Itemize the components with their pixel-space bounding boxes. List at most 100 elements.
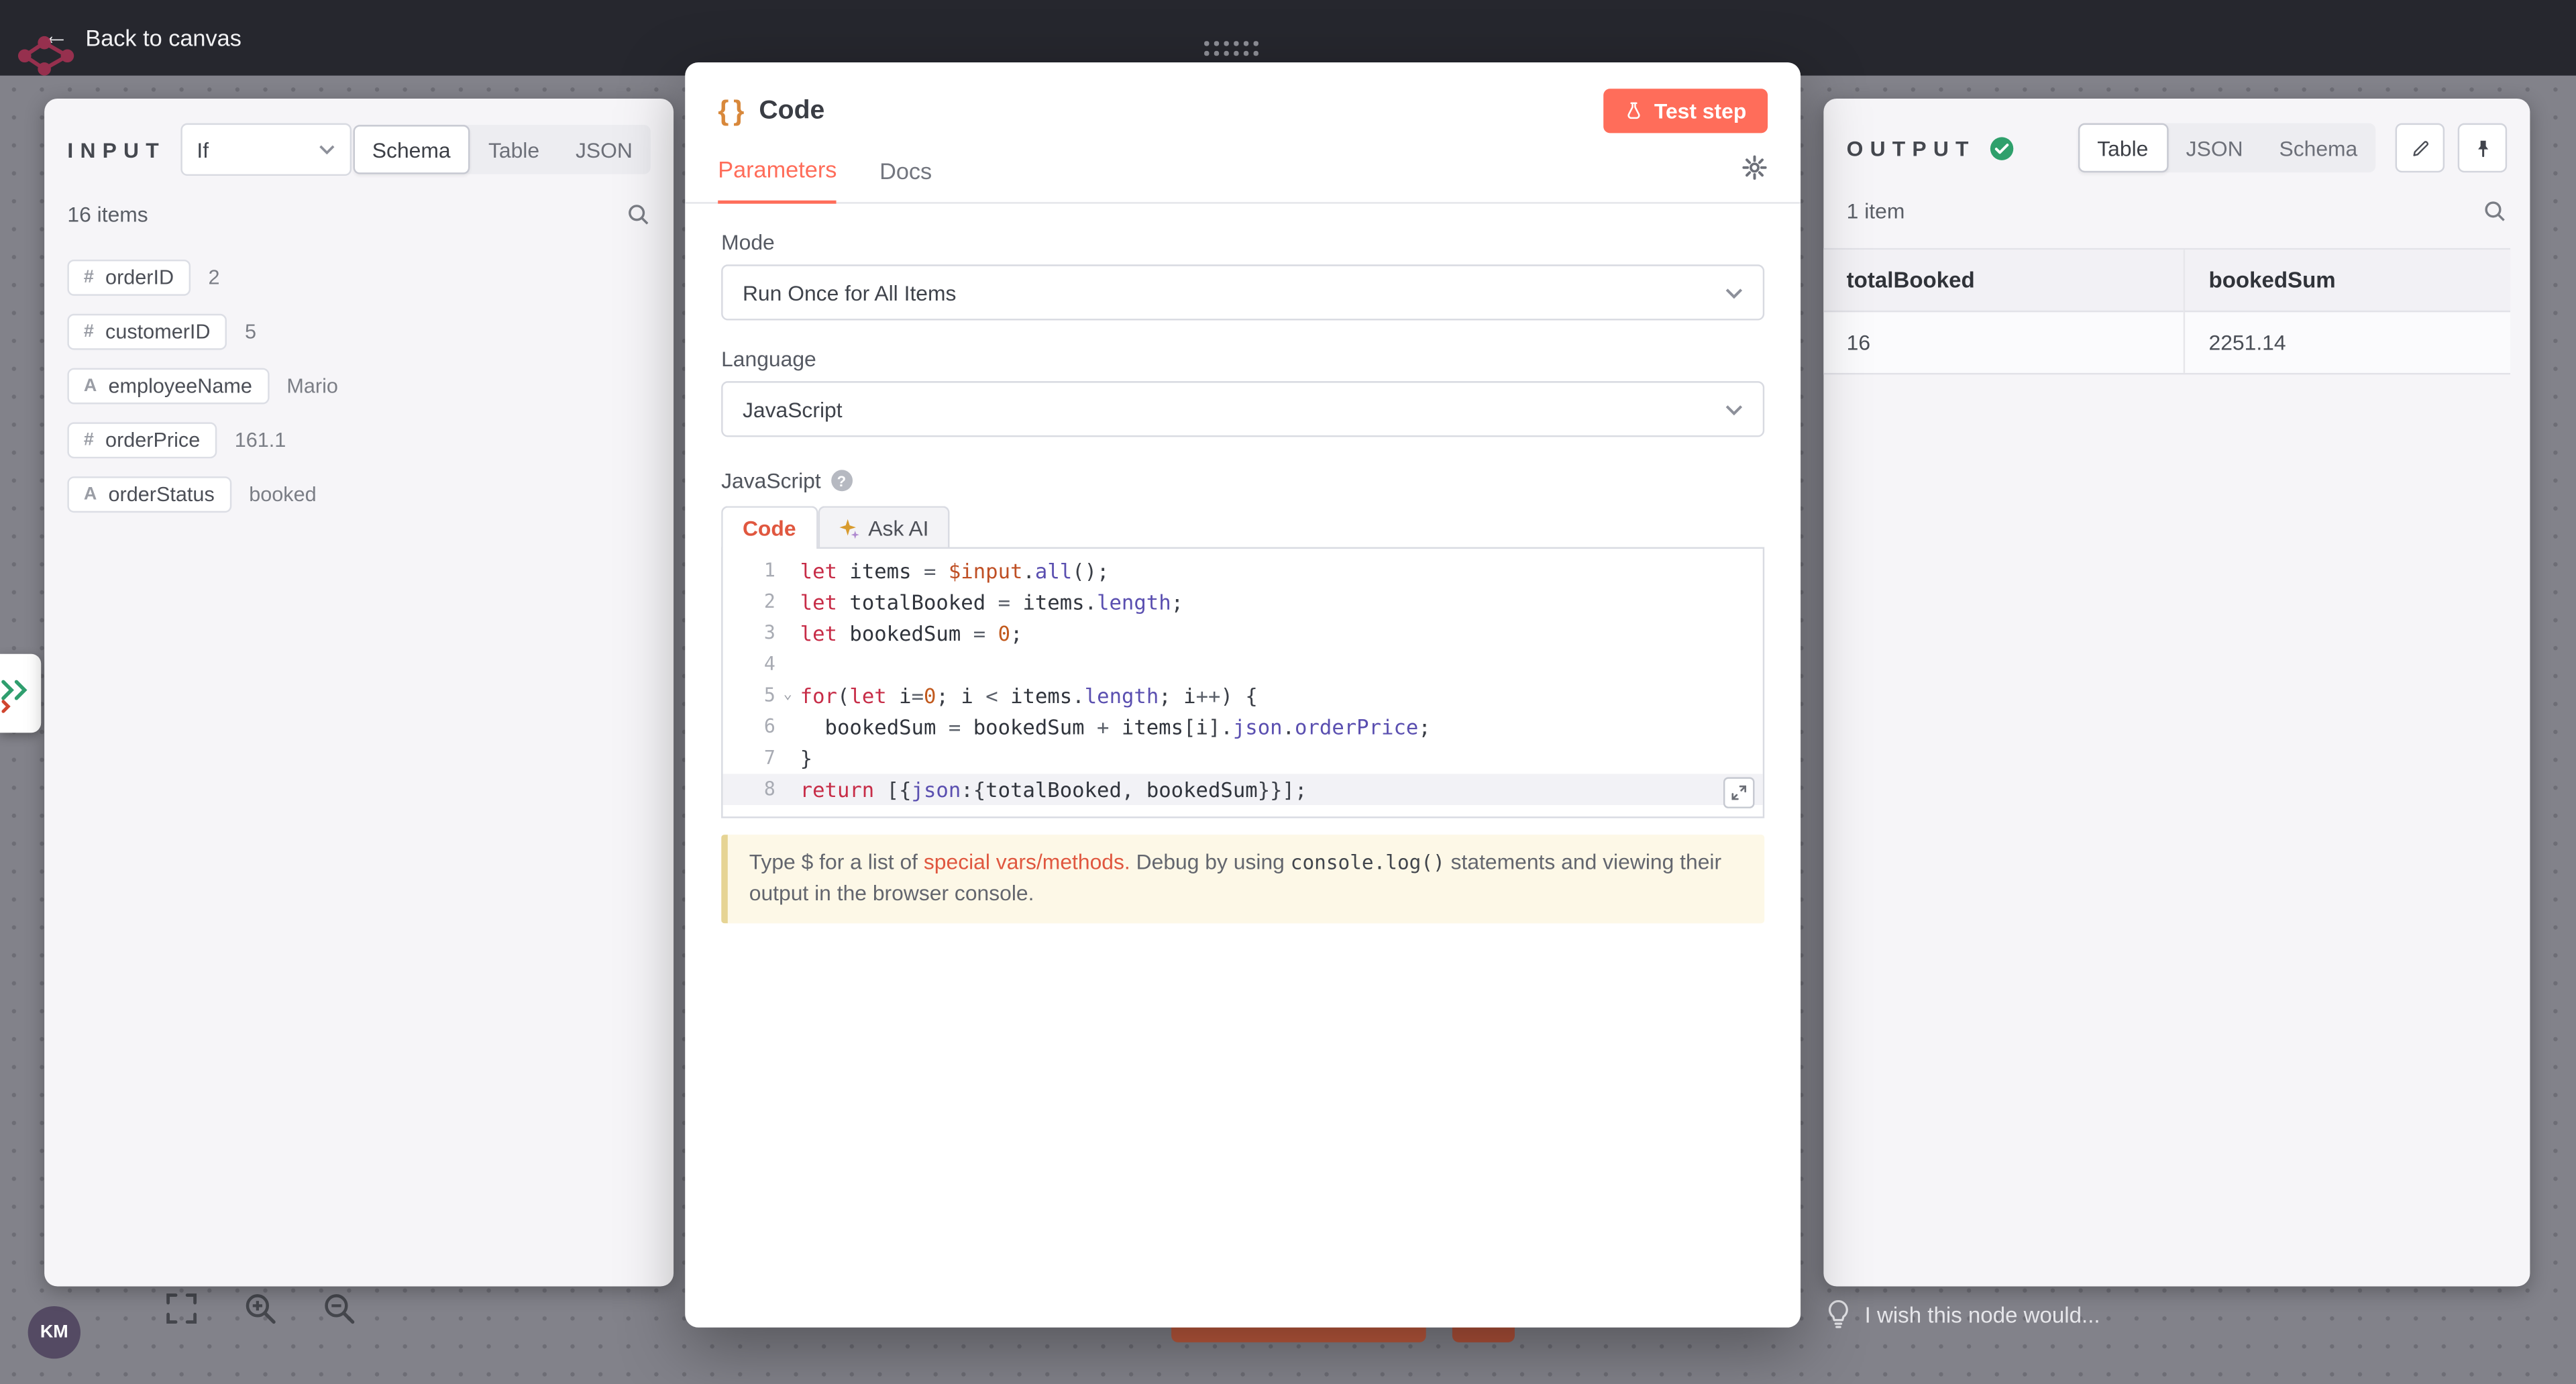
input-source-select[interactable]: If	[180, 123, 352, 176]
expand-editor-button[interactable]	[1723, 777, 1755, 808]
schema-item: # orderID 2	[67, 256, 650, 299]
schema-field-pill[interactable]: # orderPrice	[67, 422, 216, 458]
table-header-bookedsum: bookedSum	[2184, 250, 2510, 312]
code-line[interactable]: 5⌄for(let i=0; i < items.length; i++) {	[723, 680, 1763, 712]
help-icon[interactable]: ?	[830, 470, 852, 491]
input-source-node-card[interactable]	[0, 654, 41, 733]
schema-field-pill[interactable]: # customerID	[67, 314, 227, 350]
fold-arrow-icon[interactable]: ⌄	[775, 680, 800, 712]
tab-parameters[interactable]: Parameters	[718, 156, 837, 204]
code-line-text: let items = $input.all();	[800, 555, 1110, 587]
input-panel-title: INPUT	[67, 137, 165, 162]
code-line[interactable]: 2 let totalBooked = items.length;	[723, 586, 1763, 618]
cell-totalbooked: 16	[1823, 312, 2184, 373]
output-items-count: 1 item	[1847, 199, 1905, 223]
back-label: Back to canvas	[85, 25, 241, 51]
node-feedback-button[interactable]: I wish this node would...	[1827, 1299, 2100, 1329]
pin-data-button[interactable]	[2458, 123, 2507, 172]
input-tab-schema[interactable]: Schema	[352, 125, 470, 174]
input-view-tabs: Schema Table JSON	[352, 125, 650, 174]
code-line[interactable]: 4	[723, 649, 1763, 680]
n8n-logo	[13, 30, 93, 82]
schema-field-value: booked	[249, 483, 316, 506]
fold-gutter	[775, 711, 800, 743]
mode-label: Mode	[721, 230, 1764, 255]
line-number: 7	[723, 743, 775, 774]
output-table: totalBooked bookedSum 16 2251.14	[1823, 248, 2510, 375]
user-avatar[interactable]: KM	[28, 1306, 80, 1359]
mode-select[interactable]: Run Once for All Items	[721, 264, 1764, 320]
special-vars-link[interactable]: special vars/methods.	[924, 849, 1130, 874]
code-editor[interactable]: 1 let items = $input.all(); 2 let totalBook…	[721, 547, 1764, 818]
code-line[interactable]: 3 let bookedSum = 0;	[723, 618, 1763, 649]
code-line[interactable]: 7}	[723, 743, 1763, 774]
fold-gutter	[775, 649, 800, 680]
editor-tab-code[interactable]: Code	[721, 506, 817, 549]
flask-icon	[1625, 100, 1643, 121]
fold-gutter	[775, 774, 800, 805]
code-line-text: let bookedSum = 0;	[800, 618, 1023, 649]
chevron-down-icon	[319, 145, 335, 155]
output-tab-json[interactable]: JSON	[2168, 125, 2261, 171]
table-row[interactable]: 16 2251.14	[1823, 312, 2510, 373]
if-node-icon	[0, 674, 36, 713]
fold-gutter	[775, 743, 800, 774]
zoom-in-icon[interactable]	[243, 1291, 277, 1326]
schema-field-value: 161.1	[235, 429, 286, 451]
code-line-text: let totalBooked = items.length;	[800, 586, 1183, 618]
lightbulb-icon	[1827, 1299, 1849, 1329]
output-tab-table[interactable]: Table	[2078, 123, 2168, 172]
node-nav-tabs: Parameters Docs	[685, 154, 1801, 203]
fit-view-icon[interactable]	[164, 1291, 199, 1326]
node-settings-gear[interactable]	[1741, 154, 1768, 202]
line-number: 2	[723, 586, 775, 618]
success-check-icon	[1990, 136, 2015, 160]
node-settings-modal: { } Code Test step Parameters Docs	[685, 62, 1801, 1328]
input-tab-table[interactable]: Table	[470, 127, 557, 173]
schema-field-pill[interactable]: A orderStatus	[67, 476, 231, 513]
drag-handle[interactable]	[1204, 41, 1263, 60]
line-number: 4	[723, 649, 775, 680]
code-param-label: JavaScript	[721, 468, 821, 493]
expand-editor-icon	[1730, 784, 1748, 802]
schema-item: # orderPrice 161.1	[67, 419, 650, 462]
output-panel-title: OUTPUT	[1847, 136, 1976, 160]
code-line-text: return [{json:{totalBooked, bookedSum}}]…	[800, 774, 1307, 805]
number-type-icon: #	[84, 431, 94, 450]
cell-bookedsum: 2251.14	[2184, 312, 2510, 373]
pin-icon	[2471, 137, 2493, 158]
schema-item: A orderStatus booked	[67, 473, 650, 516]
test-step-button[interactable]: Test step	[1603, 89, 1768, 133]
line-number: 8	[723, 774, 775, 805]
line-number: 1	[723, 555, 775, 587]
tab-docs[interactable]: Docs	[879, 158, 932, 202]
output-tab-schema[interactable]: Schema	[2261, 125, 2376, 171]
search-icon[interactable]	[2482, 199, 2507, 223]
input-tab-json[interactable]: JSON	[557, 127, 651, 173]
editor-tab-ask-ai[interactable]: Ask AI	[817, 506, 950, 549]
fold-gutter	[775, 618, 800, 649]
code-line[interactable]: 6 bookedSum = bookedSum + items[i].json.…	[723, 711, 1763, 743]
search-icon[interactable]	[626, 202, 651, 227]
language-select[interactable]: JavaScript	[721, 381, 1764, 437]
output-view-tabs: Table JSON Schema	[2078, 123, 2375, 172]
schema-field-pill[interactable]: # orderID	[67, 260, 190, 296]
app-root: ← Back to canvas INPUT If	[0, 0, 2576, 1383]
zoom-out-icon[interactable]	[322, 1291, 356, 1326]
input-panel: INPUT If Schema Table JSON 16 items #	[44, 99, 674, 1287]
code-line-text: bookedSum = bookedSum + items[i].json.or…	[800, 711, 1431, 743]
node-title: Code	[759, 96, 824, 125]
string-type-icon: A	[84, 484, 97, 504]
schema-field-pill[interactable]: A employeeName	[67, 368, 268, 405]
line-number: 3	[723, 618, 775, 649]
table-header-totalbooked: totalBooked	[1823, 250, 2184, 312]
schema-field-value: Mario	[286, 374, 338, 397]
number-type-icon: #	[84, 322, 94, 341]
code-line[interactable]: 8 return [{json:{totalBooked, bookedSum}}…	[723, 774, 1763, 805]
code-line-text: }	[800, 743, 812, 774]
fold-gutter	[775, 555, 800, 587]
fold-gutter	[775, 586, 800, 618]
edit-output-button[interactable]	[2396, 123, 2445, 172]
code-line[interactable]: 1 let items = $input.all();	[723, 555, 1763, 587]
code-lines: 1 let items = $input.all(); 2 let totalBook…	[723, 555, 1763, 805]
